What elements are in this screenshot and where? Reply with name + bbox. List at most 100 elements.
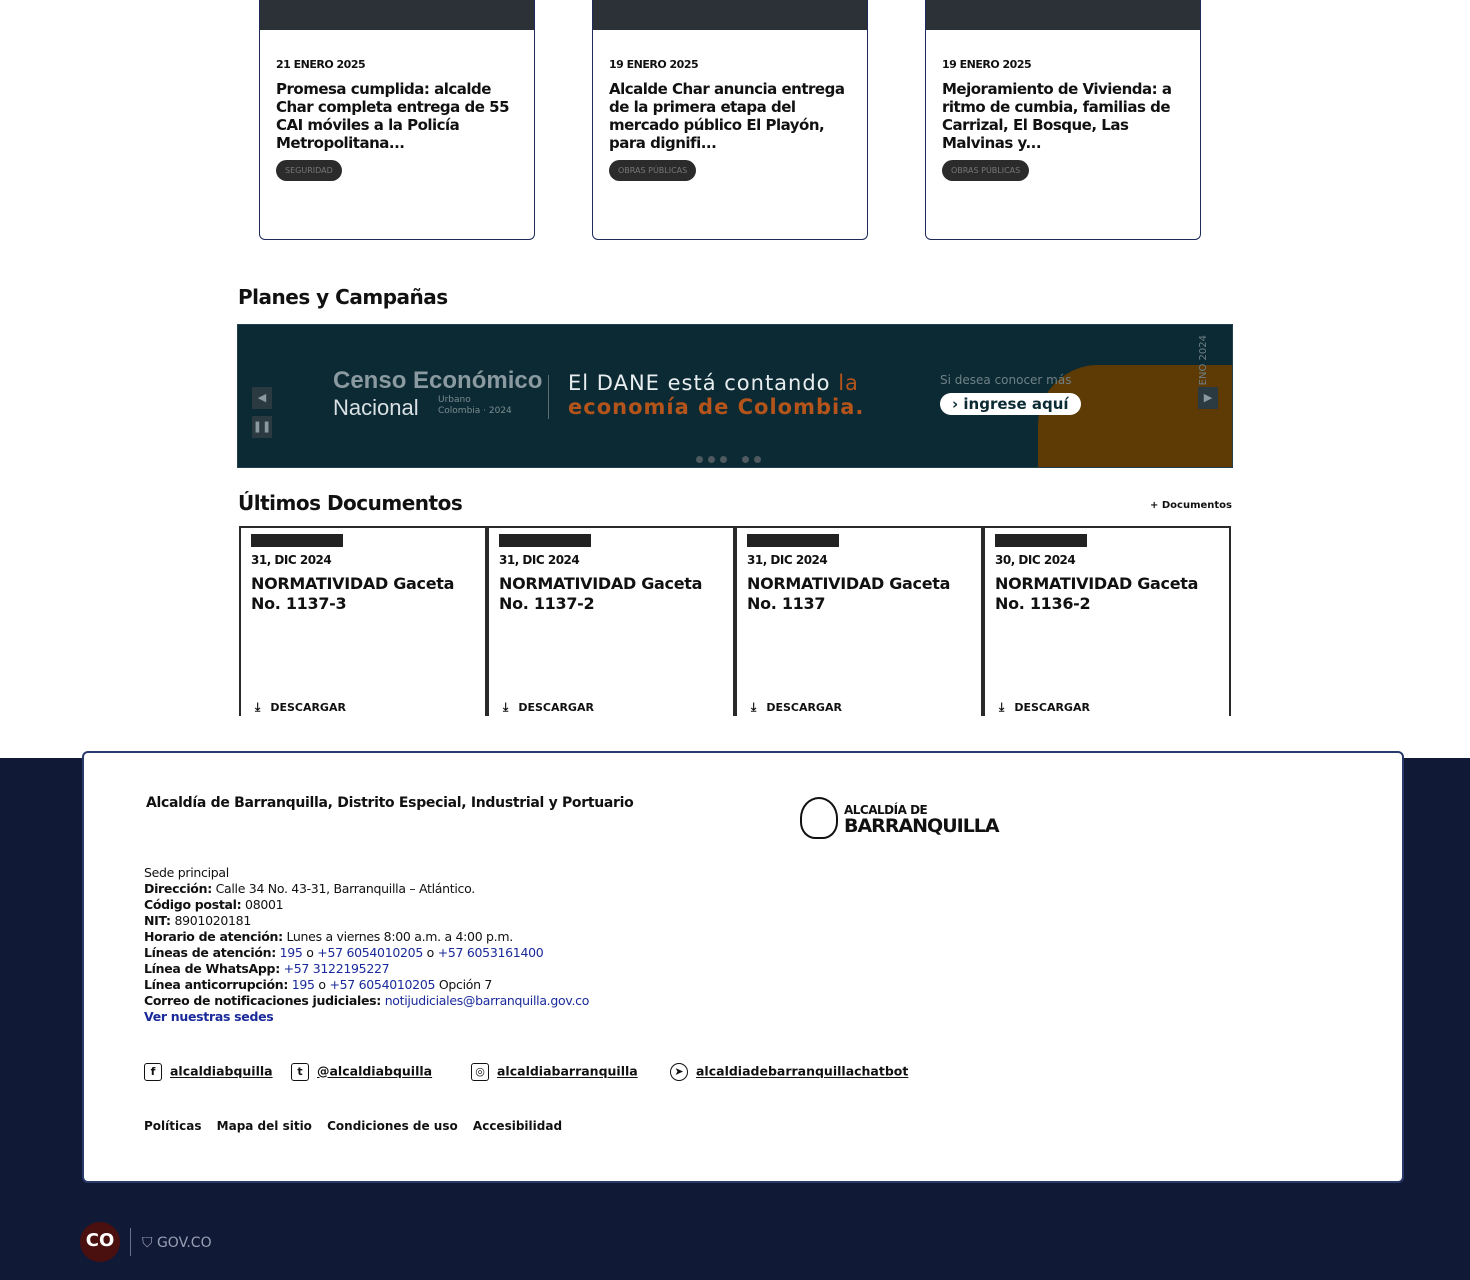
whatsapp-link[interactable]: +57 3122195227 [284,961,390,976]
govco-divider [130,1228,131,1256]
news-card[interactable]: 19 ENERO 2025 Mejoramiento de Vivienda: … [925,0,1201,240]
download-button[interactable]: ⤓ DESCARGAR [255,700,346,715]
phone-link[interactable]: 195 [280,945,303,960]
co-badge-icon: CO [80,1222,120,1262]
news-title[interactable]: Promesa cumplida: alcalde Char completa … [276,80,516,152]
opcion-text: Opción 7 [438,977,493,992]
document-title[interactable]: NORMATIVIDAD Gaceta No. 1136-2 [995,574,1215,614]
footer-panel: Alcaldía de Barranquilla, Distrito Espec… [82,751,1404,1183]
document-title[interactable]: NORMATIVIDAD Gaceta No. 1137-3 [251,574,471,614]
banner-urbano-text: Urbano [438,395,471,405]
phone-link[interactable]: +57 6054010205 [329,977,435,992]
link-condiciones[interactable]: Condiciones de uso [327,1119,458,1133]
telegram-icon: ➤ [670,1063,688,1081]
carousel-dot[interactable] [708,456,715,463]
download-icon: ⤓ [255,700,261,714]
carousel-pause-icon[interactable]: ❚❚ [252,416,272,438]
nit-value: 8901020181 [174,913,251,928]
carousel-prev-icon[interactable]: ◀ [252,387,272,409]
contact-info: Sede principal Dirección: Calle 34 No. 4… [144,865,589,1025]
separator-o: o [306,945,314,960]
document-badge [747,534,839,547]
nit-label: NIT: [144,913,171,928]
document-title[interactable]: NORMATIVIDAD Gaceta No. 1137-2 [499,574,719,614]
social-facebook[interactable]: f alcaldiabquilla [144,1063,273,1081]
planes-section-title: Planes y Campañas [238,285,448,309]
phone-link[interactable]: +57 6053161400 [438,945,544,960]
document-date: 30, DIC 2024 [995,553,1076,567]
phone-link[interactable]: +57 6054010205 [317,945,423,960]
news-title[interactable]: Mejoramiento de Vivienda: a ritmo de cum… [942,80,1182,152]
banner-censo: Censo Económico [333,367,543,394]
social-label: alcaldiadebarranquillachatbot [696,1063,909,1079]
alcaldia-seal-icon [800,797,838,839]
govco-shield-icon: ⛉ [142,1235,153,1251]
direccion-value: Calle 34 No. 43-31, Barranquilla – Atlán… [215,881,476,896]
banner-ingrese-button[interactable]: › ingrese aquí [940,393,1081,415]
link-politicas[interactable]: Políticas [144,1119,201,1133]
more-documents-link[interactable]: + Documentos [1150,500,1232,511]
twitter-icon: t [291,1063,309,1081]
separator-o: o [318,977,326,992]
banner-colombia-text: Colombia · 2024 [438,406,512,416]
download-button[interactable]: ⤓ DESCARGAR [751,700,842,715]
link-accesibilidad[interactable]: Accesibilidad [473,1119,562,1133]
document-card[interactable]: 30, DIC 2024 NORMATIVIDAD Gaceta No. 113… [983,526,1231,716]
social-twitter[interactable]: t @alcaldiabquilla [291,1063,432,1081]
whatsapp-label: Línea de WhatsApp: [144,961,280,976]
carousel-dot[interactable] [754,456,761,463]
document-badge [499,534,591,547]
document-title[interactable]: NORMATIVIDAD Gaceta No. 1137 [747,574,967,614]
download-label: DESCARGAR [766,701,842,714]
carousel-dot[interactable] [720,456,727,463]
banner-dane-line1: El DANE está contando la [568,371,859,395]
news-tag[interactable]: OBRAS PÚBLICAS [609,160,697,181]
postal-label: Código postal: [144,897,242,912]
download-button[interactable]: ⤓ DESCARGAR [503,700,594,715]
document-date: 31, DIC 2024 [499,553,580,567]
download-icon: ⤓ [999,700,1005,714]
separator-o: o [426,945,435,960]
download-label: DESCARGAR [1014,701,1090,714]
document-date: 31, DIC 2024 [251,553,332,567]
horario-label: Horario de atención: [144,929,283,944]
govco-text: GOV.CO [156,1235,212,1251]
carousel-dot[interactable] [696,456,703,463]
document-card[interactable]: 31, DIC 2024 NORMATIVIDAD Gaceta No. 113… [487,526,735,716]
news-tag[interactable]: OBRAS PÚBLICAS [942,160,1030,181]
link-mapa-sitio[interactable]: Mapa del sitio [217,1119,312,1133]
horario-value: Lunes a viernes 8:00 a.m. a 4:00 p.m. [286,929,513,944]
news-title[interactable]: Alcalde Char anuncia entrega de la prime… [609,80,849,152]
news-tag[interactable]: SEGURIDAD [276,160,342,181]
facebook-icon: f [144,1063,162,1081]
document-badge [995,534,1087,547]
direccion-label: Dirección: [144,881,212,896]
email-link[interactable]: notijudiciales@barranquilla.gov.co [385,993,590,1008]
document-card[interactable]: 31, DIC 2024 NORMATIVIDAD Gaceta No. 113… [735,526,983,716]
phone-link[interactable]: 195 [292,977,315,992]
news-date: 19 ENERO 2025 [942,58,1032,71]
news-card[interactable]: 21 ENERO 2025 Promesa cumplida: alcalde … [259,0,535,240]
news-image [926,0,1200,30]
campaign-banner[interactable]: Censo Económico Nacional Urbano Colombia … [237,324,1233,468]
download-icon: ⤓ [751,700,757,714]
carousel-dot[interactable] [742,456,749,463]
document-card[interactable]: 31, DIC 2024 NORMATIVIDAD Gaceta No. 113… [239,526,487,716]
sede-label: Sede principal [144,865,229,880]
download-label: DESCARGAR [518,701,594,714]
lineas-label: Líneas de atención: [144,945,276,960]
sedes-link[interactable]: Ver nuestras sedes [144,1009,274,1024]
news-image [260,0,534,30]
download-button[interactable]: ⤓ DESCARGAR [999,700,1090,715]
social-telegram[interactable]: ➤ alcaldiadebarranquillachatbot [670,1063,908,1081]
footer-links: Políticas Mapa del sitio Condiciones de … [144,1119,573,1133]
anticorrupcion-label: Línea anticorrupción: [144,977,289,992]
carousel-next-icon[interactable]: ▶ [1198,387,1218,409]
social-instagram[interactable]: ◎ alcaldiabarranquilla [471,1063,638,1081]
news-card[interactable]: 19 ENERO 2025 Alcalde Char anuncia entre… [592,0,868,240]
banner-dane-line2: economía de Colombia. [568,395,865,419]
news-date: 21 ENERO 2025 [276,58,366,71]
document-date: 31, DIC 2024 [747,553,828,567]
instagram-icon: ◎ [471,1063,489,1081]
banner-nacional: Nacional [333,395,419,420]
